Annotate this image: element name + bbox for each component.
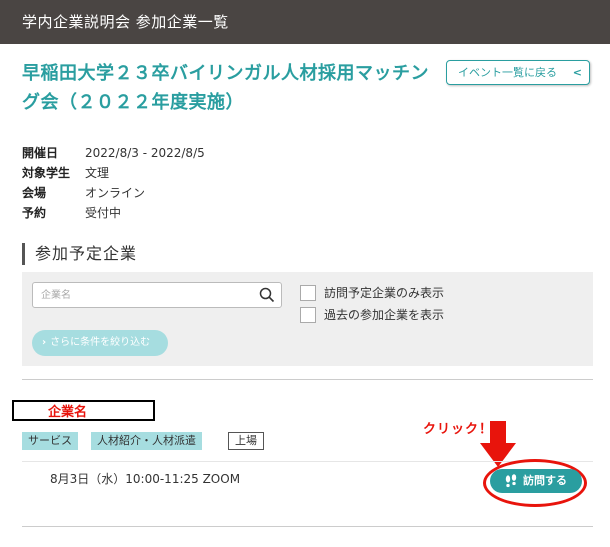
info-value: 文理 — [85, 166, 110, 180]
divider — [22, 526, 593, 527]
event-info: 開催日 2022/8/3 - 2022/8/5 対象学生 文理 会場 オンライン… — [22, 143, 205, 223]
top-bar: 学内企業説明会 参加企業一覧 — [0, 0, 610, 44]
past-companies-checkbox[interactable] — [300, 306, 316, 323]
chevron-left-icon: < — [572, 66, 582, 79]
divider — [22, 379, 593, 380]
section-title: 参加予定企業 — [22, 243, 137, 265]
chevron-right-icon: › — [42, 337, 47, 348]
page-header-title: 学内企業説明会 参加企業一覧 — [22, 13, 229, 31]
company-name[interactable]: 企業名 — [48, 401, 87, 420]
info-row-target: 対象学生 文理 — [22, 163, 205, 183]
info-row-date: 開催日 2022/8/3 - 2022/8/5 — [22, 143, 205, 163]
info-value: オンライン — [85, 186, 146, 200]
visit-button[interactable]: 訪問する — [490, 469, 582, 493]
session-schedule: 8月3日（水）10:00-11:25 ZOOM — [50, 472, 241, 486]
narrow-conditions-button[interactable]: › さらに条件を絞り込む — [32, 330, 168, 356]
event-title: 早稲田大学２３卒バイリンガル人材採用マッチング会（２０２２年度実施） — [22, 63, 429, 113]
info-row-reservation: 予約 受付中 — [22, 203, 205, 223]
info-key: 予約 — [22, 206, 47, 220]
visit-only-checkbox[interactable] — [300, 284, 316, 301]
industry-tag: サービス — [22, 432, 78, 450]
info-row-venue: 会場 オンライン — [22, 183, 205, 203]
past-companies-option[interactable]: 過去の参加企業を表示 — [300, 306, 444, 323]
narrow-button-label: さらに条件を絞り込む — [50, 337, 151, 348]
info-key: 対象学生 — [22, 166, 71, 180]
company-search-input[interactable] — [33, 283, 253, 307]
listing-badge: 上場 — [228, 432, 264, 450]
visit-only-option[interactable]: 訪問予定企業のみ表示 — [300, 284, 444, 301]
back-button-label: イベント一覧に戻る — [458, 66, 557, 79]
filter-panel: 訪問予定企業のみ表示 過去の参加企業を表示 ›さらに条件を絞り込む — [22, 272, 593, 366]
back-to-events-button[interactable]: イベント一覧に戻る < — [446, 60, 590, 85]
past-companies-label: 過去の参加企業を表示 — [324, 308, 445, 322]
info-value: 2022/8/3 - 2022/8/5 — [85, 146, 205, 160]
info-key: 開催日 — [22, 146, 59, 160]
info-key: 会場 — [22, 186, 47, 200]
visit-button-label: 訪問する — [523, 474, 567, 487]
footprints-icon — [505, 474, 517, 488]
search-icon[interactable] — [259, 287, 275, 303]
visit-only-label: 訪問予定企業のみ表示 — [324, 286, 445, 300]
industry-tag: 人材紹介・人材派遣 — [91, 432, 202, 450]
search-box — [32, 282, 282, 308]
info-value: 受付中 — [85, 206, 122, 220]
